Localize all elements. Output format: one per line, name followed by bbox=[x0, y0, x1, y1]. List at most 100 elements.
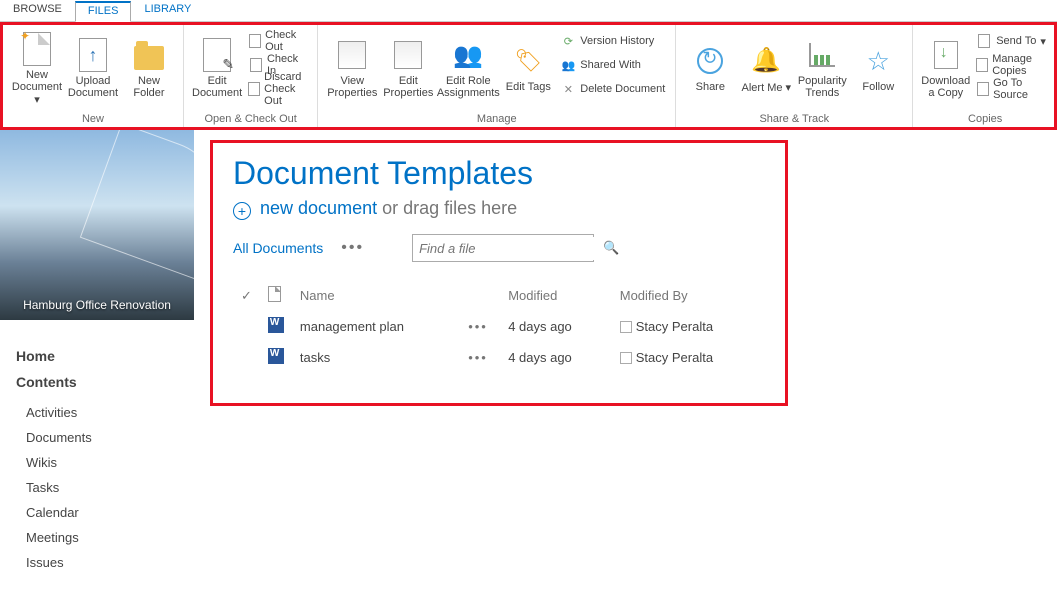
select-all-checkbox[interactable]: ✓ bbox=[241, 288, 252, 303]
alert-me-button[interactable]: 🔔Alert Me ▾ bbox=[738, 29, 794, 109]
new-document-link[interactable]: + new document bbox=[233, 198, 382, 218]
check-out-button[interactable]: Check Out bbox=[244, 29, 311, 53]
manage-copies-icon bbox=[976, 57, 988, 73]
nav-item-issues[interactable]: Issues bbox=[16, 550, 178, 575]
tab-browse[interactable]: BROWSE bbox=[0, 0, 75, 21]
tags-icon: 🏷 bbox=[514, 48, 542, 74]
manage-copies-button[interactable]: Manage Copies bbox=[972, 53, 1051, 77]
nav-item-calendar[interactable]: Calendar bbox=[16, 500, 178, 525]
new-document-button[interactable]: New Document ▾ bbox=[9, 29, 65, 109]
nav-home[interactable]: Home bbox=[16, 348, 178, 364]
edit-properties-button[interactable]: Edit Properties bbox=[380, 29, 436, 109]
discard-check-out-button[interactable]: Discard Check Out bbox=[244, 77, 311, 101]
ribbon-group-new: New Document ▾ ↑ Upload Document New Fol… bbox=[3, 25, 184, 127]
popularity-trends-button[interactable]: Popularity Trends bbox=[794, 29, 850, 109]
word-doc-icon bbox=[268, 348, 284, 364]
upload-document-button[interactable]: ↑ Upload Document bbox=[65, 29, 121, 109]
ribbon-group-label: Manage bbox=[318, 113, 675, 127]
search-input[interactable] bbox=[413, 237, 603, 260]
type-header-icon bbox=[268, 286, 281, 302]
page-title: Document Templates bbox=[233, 155, 765, 192]
shared-with-button[interactable]: 👥Shared With bbox=[556, 53, 669, 77]
library-panel: Document Templates + new document or dra… bbox=[210, 140, 788, 406]
all-documents-view[interactable]: All Documents bbox=[233, 240, 323, 256]
share-icon bbox=[697, 48, 723, 74]
edit-properties-icon bbox=[394, 41, 422, 69]
row-menu-button[interactable]: ••• bbox=[468, 319, 488, 334]
chart-icon bbox=[809, 43, 835, 67]
ribbon-group-open: Edit Document Check Out Check In Discard… bbox=[184, 25, 318, 127]
plus-circle-icon: + bbox=[233, 202, 251, 220]
role-icon: 👥 bbox=[453, 41, 483, 70]
view-properties-icon bbox=[338, 41, 366, 69]
dropdown-caret-icon: ▾ bbox=[1040, 35, 1046, 48]
presence-box bbox=[620, 321, 632, 333]
view-options-menu[interactable]: ••• bbox=[341, 239, 364, 257]
dropdown-caret-icon: ▾ bbox=[34, 94, 40, 106]
shared-with-icon: 👥 bbox=[560, 57, 576, 73]
version-history-icon: ⟳ bbox=[560, 33, 576, 49]
version-history-button[interactable]: ⟳Version History bbox=[556, 29, 669, 53]
go-to-source-button[interactable]: Go To Source bbox=[972, 77, 1051, 101]
sidebar: Hamburg Office Renovation Home Contents … bbox=[0, 130, 194, 593]
tab-library[interactable]: LIBRARY bbox=[131, 0, 204, 21]
ribbon-group-copies: Download a Copy Send To ▾ Manage Copies … bbox=[913, 25, 1057, 127]
dropdown-caret-icon: ▾ bbox=[786, 82, 792, 94]
table-row[interactable]: management plan ••• 4 days ago Stacy Per… bbox=[233, 311, 765, 342]
tab-files[interactable]: FILES bbox=[75, 1, 132, 22]
file-name[interactable]: management plan bbox=[292, 311, 460, 342]
site-image[interactable]: Hamburg Office Renovation bbox=[0, 130, 194, 320]
check-out-icon bbox=[249, 34, 261, 48]
modified-by-cell: Stacy Peralta bbox=[612, 342, 765, 373]
word-doc-icon bbox=[268, 317, 284, 333]
ribbon-group-share: Share 🔔Alert Me ▾ Popularity Trends ☆Fol… bbox=[676, 25, 913, 127]
row-menu-button[interactable]: ••• bbox=[468, 350, 488, 365]
ribbon-group-label: Copies bbox=[913, 113, 1057, 127]
col-modified[interactable]: Modified bbox=[500, 280, 612, 311]
share-button[interactable]: Share bbox=[682, 29, 738, 109]
document-list: ✓ Name Modified Modified By management p… bbox=[233, 280, 765, 373]
nav-item-activities[interactable]: Activities bbox=[16, 400, 178, 425]
ribbon-group-label: Share & Track bbox=[676, 113, 912, 127]
modified-cell: 4 days ago bbox=[500, 311, 612, 342]
upload-icon: ↑ bbox=[79, 38, 107, 72]
nav-item-wikis[interactable]: Wikis bbox=[16, 450, 178, 475]
search-icon: 🔍 bbox=[603, 240, 619, 255]
edit-tags-button[interactable]: 🏷Edit Tags bbox=[500, 29, 556, 109]
delete-icon: ✕ bbox=[560, 81, 576, 97]
download-copy-button[interactable]: Download a Copy bbox=[919, 29, 972, 109]
edit-document-icon bbox=[203, 38, 231, 72]
modified-cell: 4 days ago bbox=[500, 342, 612, 373]
nav-item-documents[interactable]: Documents bbox=[16, 425, 178, 450]
edit-document-button[interactable]: Edit Document bbox=[190, 29, 244, 109]
view-properties-button[interactable]: View Properties bbox=[324, 29, 380, 109]
nav-item-meetings[interactable]: Meetings bbox=[16, 525, 178, 550]
new-document-icon bbox=[23, 32, 51, 66]
presence-box bbox=[620, 352, 632, 364]
ribbon-group-label: Open & Check Out bbox=[184, 113, 317, 127]
star-icon: ☆ bbox=[867, 46, 890, 77]
quick-launch-nav: Home Contents Activities Documents Wikis… bbox=[0, 320, 194, 593]
bell-icon: 🔔 bbox=[751, 46, 781, 75]
nav-contents[interactable]: Contents bbox=[16, 374, 178, 390]
search-button[interactable]: 🔍 bbox=[603, 240, 619, 256]
ribbon: New Document ▾ ↑ Upload Document New Fol… bbox=[0, 22, 1057, 130]
table-row[interactable]: tasks ••• 4 days ago Stacy Peralta bbox=[233, 342, 765, 373]
download-icon bbox=[934, 41, 958, 69]
follow-button[interactable]: ☆Follow bbox=[850, 29, 906, 109]
col-modified-by[interactable]: Modified By bbox=[612, 280, 765, 311]
new-folder-button[interactable]: New Folder bbox=[121, 29, 177, 109]
edit-role-button[interactable]: 👥Edit Role Assignments bbox=[436, 29, 500, 109]
drag-hint: or drag files here bbox=[382, 198, 517, 218]
send-to-icon bbox=[976, 33, 992, 49]
nav-item-tasks[interactable]: Tasks bbox=[16, 475, 178, 500]
col-name[interactable]: Name bbox=[292, 280, 460, 311]
search-box: 🔍 bbox=[412, 234, 594, 262]
go-to-source-icon bbox=[976, 81, 989, 97]
delete-document-button[interactable]: ✕Delete Document bbox=[556, 77, 669, 101]
folder-icon bbox=[134, 46, 164, 70]
file-name[interactable]: tasks bbox=[292, 342, 460, 373]
send-to-button[interactable]: Send To ▾ bbox=[972, 29, 1051, 53]
site-caption: Hamburg Office Renovation bbox=[0, 298, 194, 312]
ribbon-group-label: New bbox=[3, 113, 183, 127]
